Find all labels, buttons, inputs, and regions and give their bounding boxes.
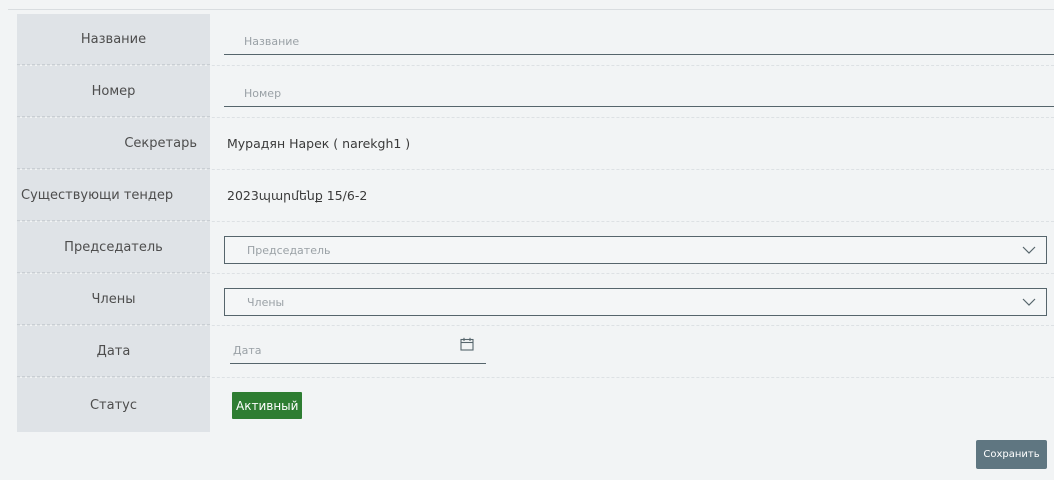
committee-form: Название Номер Секретарь Мурадян Нарек (… [17,14,1054,432]
calendar-icon[interactable] [460,337,474,351]
number-input[interactable] [224,81,1054,107]
chairman-select[interactable]: Председатель [224,236,1047,264]
form-row-name: Название [17,14,1054,66]
existing-tender-value: 2023պարմենք 15/6-2 [227,188,368,203]
secretary-label: Секретарь [17,118,210,169]
chevron-down-icon [1022,298,1036,306]
number-label: Номер [17,66,210,117]
form-row-existing-tender: Существующи тендер 2023պարմենք 15/6-2 [17,170,1054,222]
name-label: Название [17,14,210,65]
chairman-select-placeholder: Председатель [247,243,331,257]
form-row-date: Дата [17,326,1054,378]
members-label: Члены [17,274,210,325]
form-row-members: Члены Члены [17,274,1054,326]
date-label: Дата [17,326,210,377]
existing-tender-label: Существующи тендер [17,170,210,221]
secretary-value: Мурадян Нарек ( narekgh1 ) [227,136,411,151]
members-select[interactable]: Члены [224,288,1047,316]
save-button[interactable]: Сохранить [976,440,1047,469]
form-row-secretary: Секретарь Мурадян Нарек ( narekgh1 ) [17,118,1054,170]
chevron-down-icon [1022,246,1036,254]
form-row-chairman: Председатель Председатель [17,222,1054,274]
date-input[interactable] [230,340,450,360]
form-row-status: Статус Активный [17,378,1054,432]
form-row-number: Номер [17,66,1054,118]
status-badge[interactable]: Активный [232,392,303,419]
chairman-label: Председатель [17,222,210,273]
name-input[interactable] [224,29,1054,55]
date-picker[interactable] [230,332,486,364]
top-divider [8,9,1054,10]
members-select-placeholder: Члены [247,295,285,309]
status-label: Статус [17,378,210,432]
